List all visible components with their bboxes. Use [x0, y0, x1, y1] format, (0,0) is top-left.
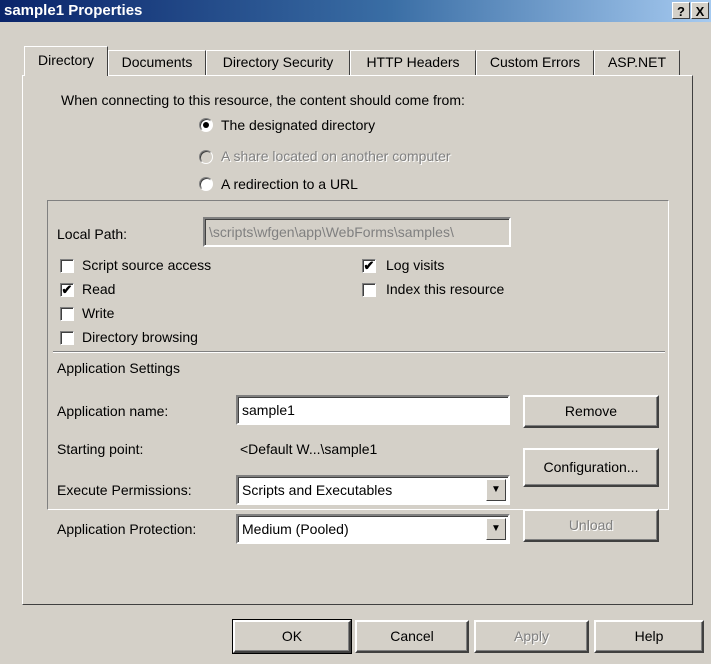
log-visits-label: Log visits: [386, 257, 445, 273]
local-path-field: \scripts\wfgen\app\WebForms\samples\: [203, 217, 511, 247]
ok-button[interactable]: OK: [232, 619, 352, 654]
read-checkbox[interactable]: ✔: [60, 283, 74, 297]
execute-permissions-value: Scripts and Executables: [242, 482, 393, 498]
tab-documents[interactable]: Documents: [108, 50, 206, 75]
chevron-down-icon[interactable]: ▼: [486, 479, 506, 501]
application-protection-value: Medium (Pooled): [242, 521, 349, 537]
unload-button[interactable]: Unload: [523, 509, 659, 542]
radio-selected-dot: [203, 122, 209, 128]
local-path-label: Local Path:: [57, 226, 128, 242]
application-settings-heading: Application Settings: [57, 360, 180, 376]
application-name-label: Application name:: [57, 403, 169, 419]
check-mark-icon: ✔: [363, 258, 375, 273]
application-protection-select[interactable]: Medium (Pooled) ▼: [236, 514, 510, 544]
index-resource-label: Index this resource: [386, 281, 505, 297]
starting-point-label: Starting point:: [57, 441, 144, 457]
tab-directory[interactable]: Directory: [24, 46, 108, 76]
help-button[interactable]: ?: [672, 2, 690, 19]
remove-button[interactable]: Remove: [523, 395, 659, 428]
radio-network-share[interactable]: [199, 150, 213, 164]
close-button[interactable]: X: [691, 2, 709, 19]
tab-http-headers[interactable]: HTTP Headers: [350, 50, 476, 75]
read-label: Read: [82, 281, 116, 297]
window-title: sample1 Properties: [4, 2, 143, 19]
section-separator: [53, 351, 665, 353]
starting-point-value: <Default W...\sample1: [240, 441, 378, 457]
cancel-button[interactable]: Cancel: [355, 620, 469, 653]
content-source-prompt: When connecting to this resource, the co…: [61, 92, 465, 108]
apply-button[interactable]: Apply: [474, 620, 589, 653]
application-name-input[interactable]: sample1: [236, 395, 510, 425]
directory-browsing-checkbox[interactable]: [60, 331, 74, 345]
tab-aspnet[interactable]: ASP.NET: [594, 50, 680, 75]
title-bar: sample1 Properties ? X: [0, 0, 711, 22]
radio-network-share-label: A share located on another computer: [221, 148, 451, 164]
script-source-access-label: Script source access: [82, 257, 212, 273]
chevron-down-icon[interactable]: ▼: [486, 518, 506, 540]
tab-custom-errors[interactable]: Custom Errors: [476, 50, 594, 75]
tab-directory-security[interactable]: Directory Security: [206, 50, 350, 75]
log-visits-checkbox[interactable]: ✔: [362, 259, 376, 273]
radio-designated-directory[interactable]: [199, 118, 213, 132]
index-resource-checkbox[interactable]: [362, 283, 376, 297]
help-footer-button[interactable]: Help: [594, 620, 704, 653]
radio-designated-directory-label: The designated directory: [221, 117, 376, 133]
directory-browsing-label: Directory browsing: [82, 329, 198, 345]
radio-url-redirection-label: A redirection to a URL: [221, 176, 358, 192]
write-label: Write: [82, 305, 115, 321]
script-source-access-checkbox[interactable]: [60, 259, 74, 273]
radio-url-redirection[interactable]: [199, 177, 213, 191]
configuration-button[interactable]: Configuration...: [523, 448, 659, 487]
application-protection-label: Application Protection:: [57, 521, 197, 537]
execute-permissions-select[interactable]: Scripts and Executables ▼: [236, 475, 510, 505]
write-checkbox[interactable]: [60, 307, 74, 321]
check-mark-icon: ✔: [61, 282, 73, 297]
execute-permissions-label: Execute Permissions:: [57, 482, 192, 498]
